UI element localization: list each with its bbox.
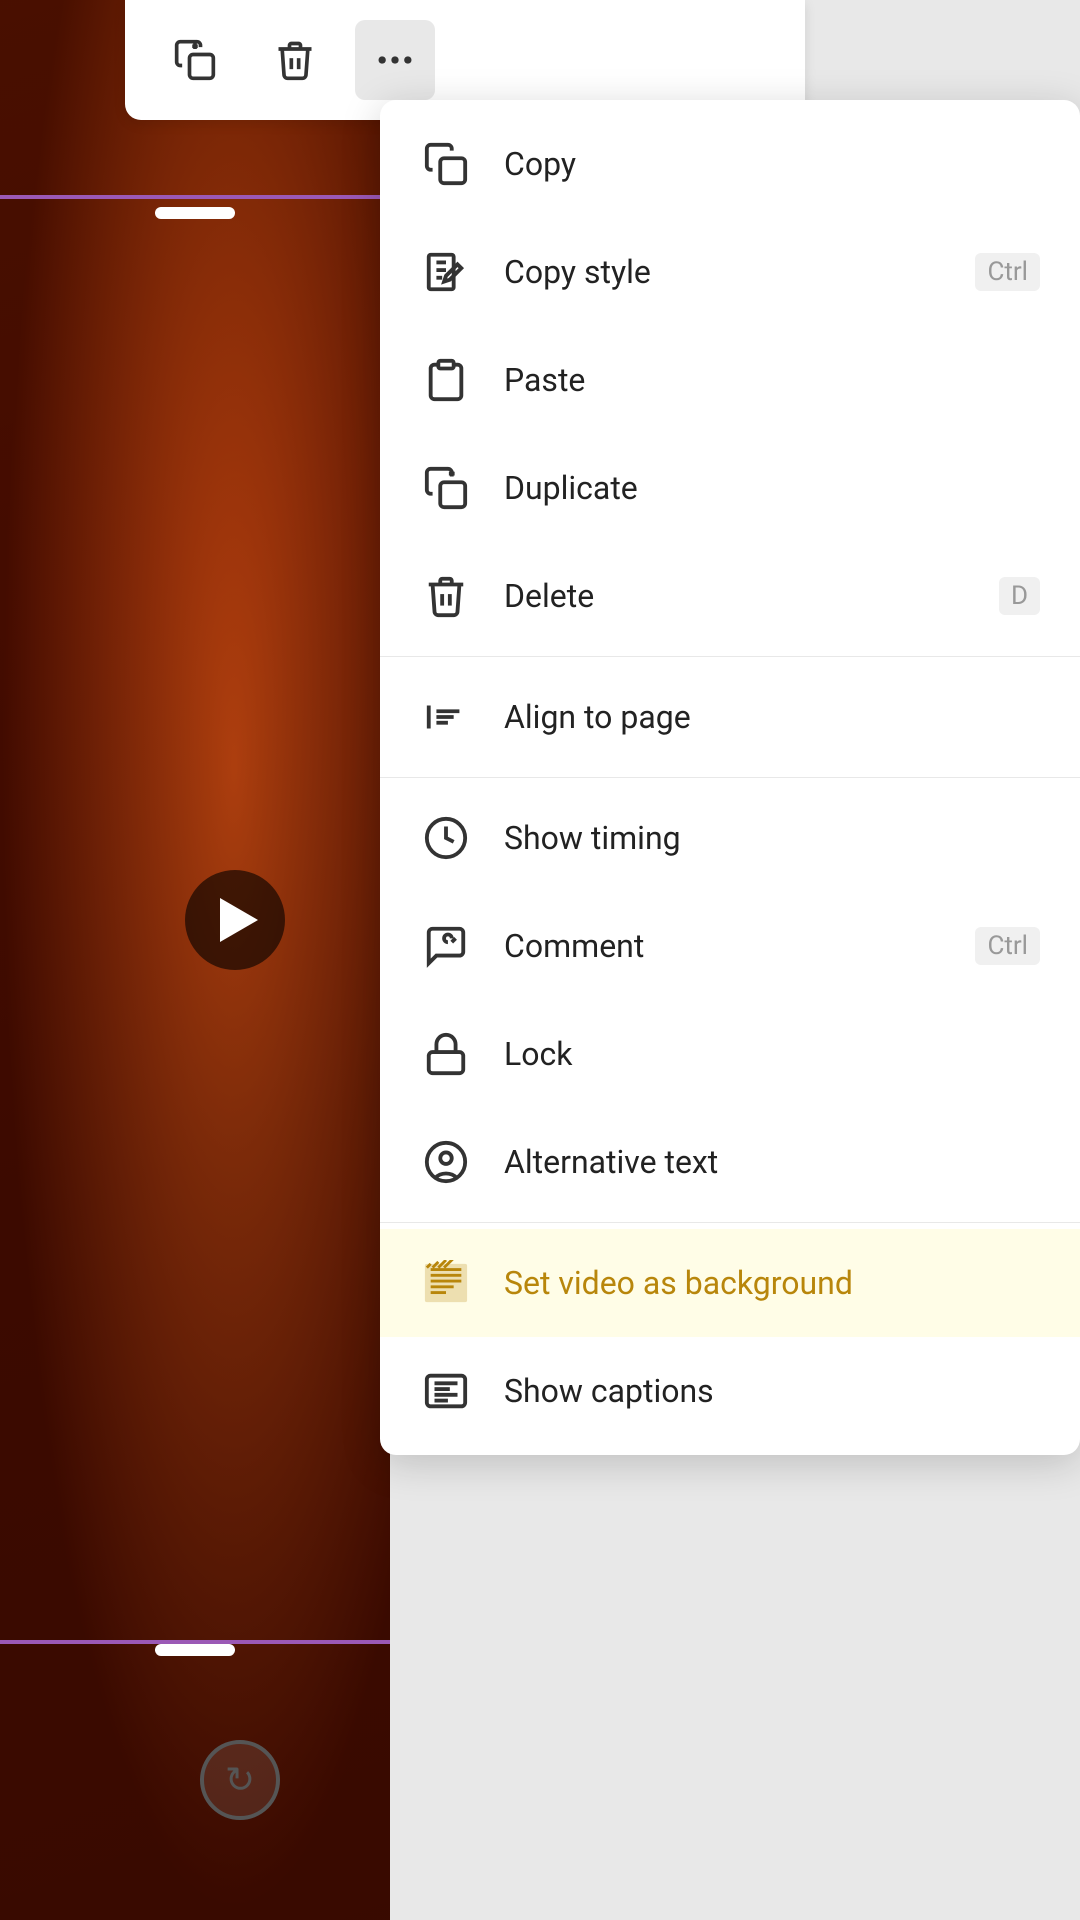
copy-icon xyxy=(420,138,472,190)
menu-item-video-bg[interactable]: Set video as background xyxy=(380,1229,1080,1337)
video-area: ↻ xyxy=(0,0,390,1920)
lock-label: Lock xyxy=(504,1035,1040,1073)
delete-icon xyxy=(420,570,472,622)
play-button[interactable] xyxy=(185,870,285,970)
video-border-top xyxy=(0,195,390,199)
menu-item-copy-style[interactable]: Copy style Ctrl xyxy=(380,218,1080,326)
video-bg-label: Set video as background xyxy=(504,1264,1040,1302)
play-icon xyxy=(220,898,258,942)
more-options-button[interactable] xyxy=(355,20,435,100)
menu-item-alt-text[interactable]: Alternative text xyxy=(380,1108,1080,1216)
menu-item-duplicate[interactable]: Duplicate xyxy=(380,434,1080,542)
align-icon xyxy=(420,691,472,743)
menu-item-delete[interactable]: Delete D xyxy=(380,542,1080,650)
copy-style-icon xyxy=(420,246,472,298)
divider-1 xyxy=(380,656,1080,657)
video-bg-icon xyxy=(420,1257,472,1309)
show-timing-label: Show timing xyxy=(504,819,1040,857)
duplicate-button[interactable] xyxy=(155,20,235,100)
menu-item-align[interactable]: Align to page xyxy=(380,663,1080,771)
delete-shortcut: D xyxy=(999,577,1040,615)
delete-button[interactable] xyxy=(255,20,335,100)
duplicate-icon xyxy=(420,462,472,514)
duplicate-label: Duplicate xyxy=(504,469,1040,507)
delete-label: Delete xyxy=(504,577,967,615)
handle-top[interactable] xyxy=(155,207,235,219)
menu-item-show-timing[interactable]: Show timing xyxy=(380,784,1080,892)
clock-icon xyxy=(420,812,472,864)
refresh-icon: ↻ xyxy=(225,1759,255,1801)
divider-2 xyxy=(380,777,1080,778)
copy-label: Copy xyxy=(504,145,1040,183)
divider-3 xyxy=(380,1222,1080,1223)
delete-toolbar-icon xyxy=(273,38,317,82)
captions-icon xyxy=(420,1365,472,1417)
refresh-button[interactable]: ↻ xyxy=(200,1740,280,1820)
menu-item-comment[interactable]: Comment Ctrl xyxy=(380,892,1080,1000)
context-menu: Copy Copy style Ctrl Paste xyxy=(380,100,1080,1455)
menu-item-captions[interactable]: Show captions xyxy=(380,1337,1080,1445)
handle-bottom[interactable] xyxy=(155,1644,235,1656)
video-overlay xyxy=(0,0,390,1920)
alt-text-icon xyxy=(420,1136,472,1188)
menu-item-lock[interactable]: Lock xyxy=(380,1000,1080,1108)
captions-label: Show captions xyxy=(504,1372,1040,1410)
paste-label: Paste xyxy=(504,361,1040,399)
copy-style-shortcut: Ctrl xyxy=(975,253,1040,291)
duplicate-toolbar-icon xyxy=(173,38,217,82)
lock-icon xyxy=(420,1028,472,1080)
copy-style-label: Copy style xyxy=(504,253,943,291)
menu-item-paste[interactable]: Paste xyxy=(380,326,1080,434)
comment-icon xyxy=(420,920,472,972)
comment-shortcut: Ctrl xyxy=(975,927,1040,965)
menu-item-copy[interactable]: Copy xyxy=(380,110,1080,218)
more-options-icon xyxy=(373,38,417,82)
paste-icon xyxy=(420,354,472,406)
alt-text-label: Alternative text xyxy=(504,1143,1040,1181)
align-label: Align to page xyxy=(504,698,1040,736)
comment-label: Comment xyxy=(504,927,943,965)
